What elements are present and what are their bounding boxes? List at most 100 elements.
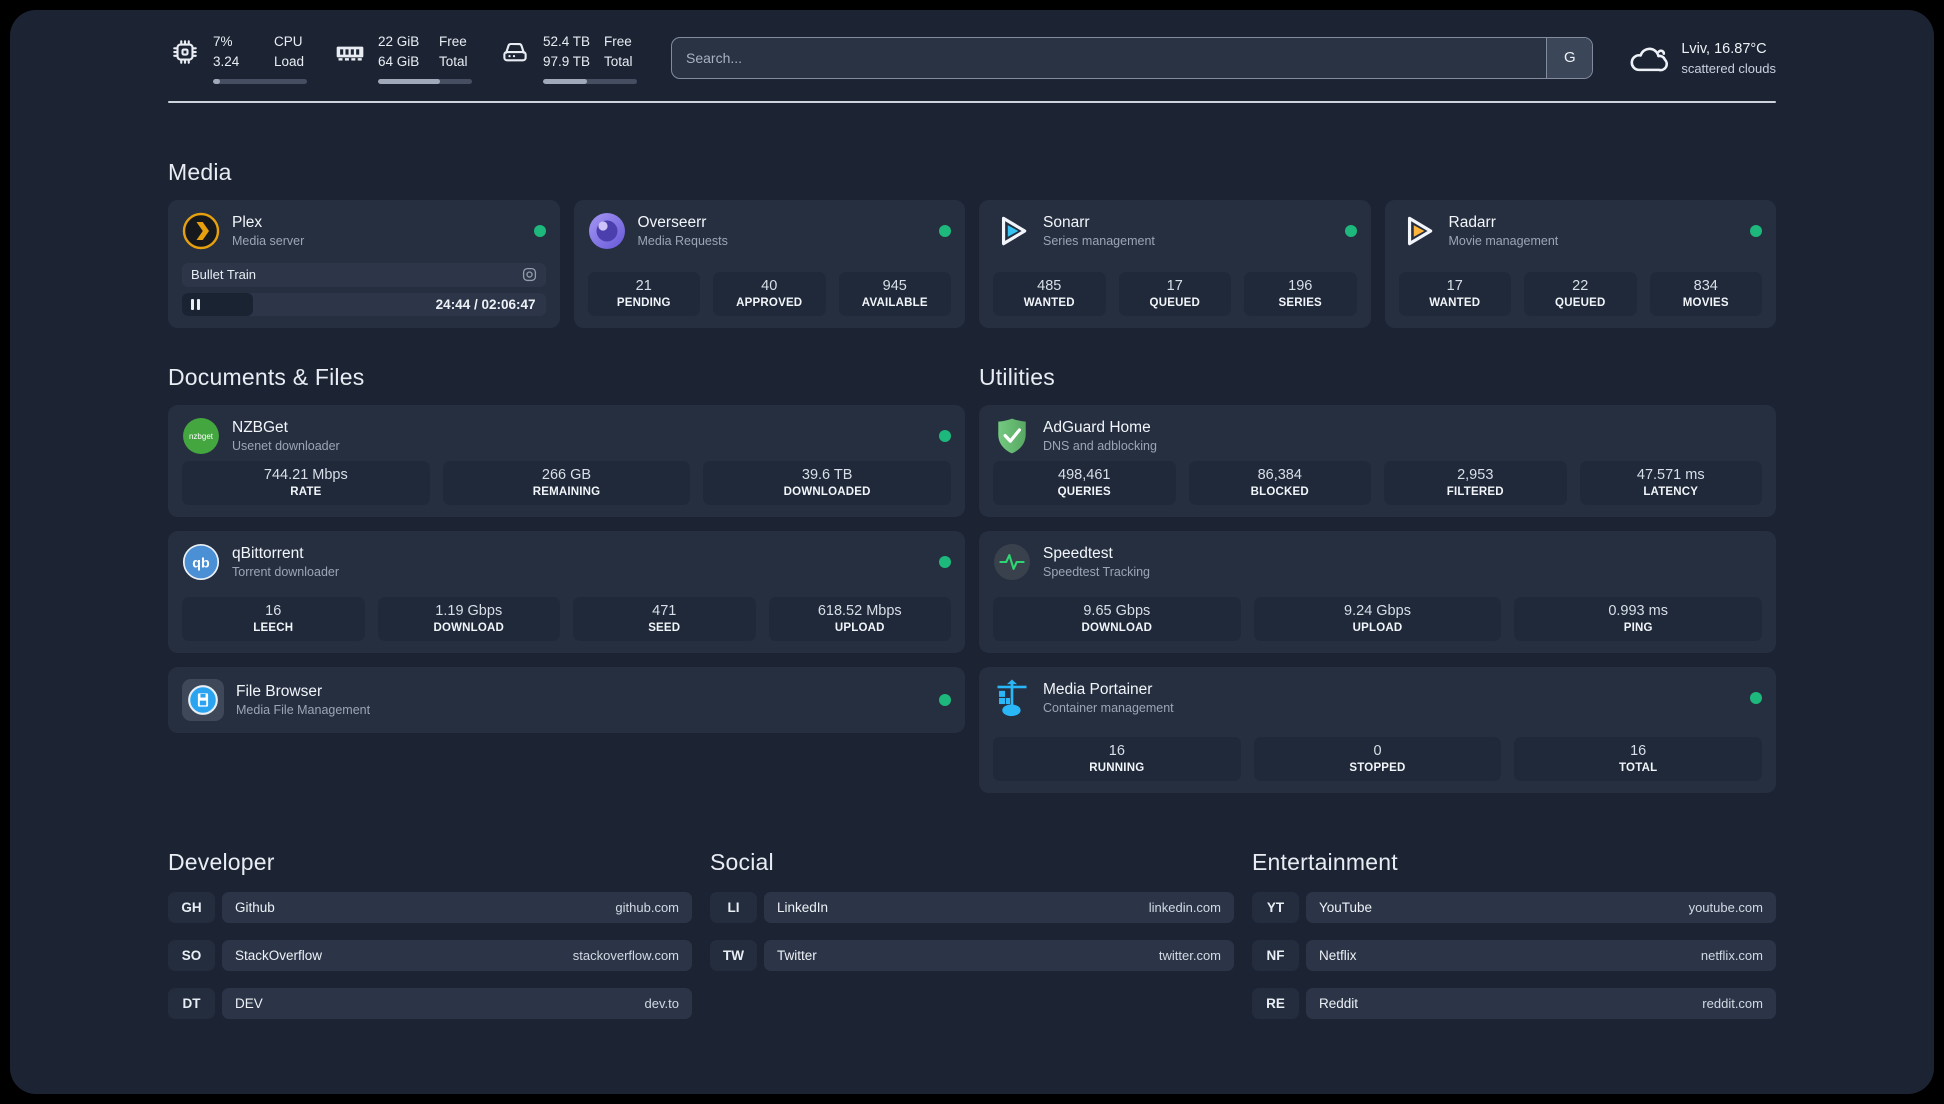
- playback-time: 24:44 / 02:06:47: [435, 296, 536, 312]
- stat-label: QUEUED: [1555, 296, 1606, 309]
- link-linkedin[interactable]: LI LinkedIn linkedin.com: [710, 891, 1234, 923]
- stat-tile: 39.6 TB DOWNLOADED: [703, 460, 951, 505]
- now-playing-title: Bullet Train: [191, 267, 257, 282]
- memory-free-label: Free: [439, 34, 467, 49]
- link-name: DEV: [235, 995, 263, 1011]
- cloud-icon: [1627, 41, 1669, 75]
- radarr-icon: [1399, 212, 1437, 250]
- link-reddit[interactable]: RE Reddit reddit.com: [1252, 987, 1776, 1019]
- overseerr-icon: [588, 212, 626, 250]
- app-subtitle: Movie management: [1448, 233, 1559, 248]
- stat-tile: 17 QUEUED: [1118, 271, 1231, 316]
- dashboard-page: 7% 3.24 CPU Load 22 GiB 64 GiB Free Tota…: [10, 10, 1934, 1094]
- stat-value: 196: [1288, 277, 1313, 294]
- link-url: netflix.com: [1700, 947, 1763, 963]
- status-dot: [939, 224, 951, 237]
- stat-tile: 16 LEECH: [182, 596, 365, 641]
- app-card-radarr[interactable]: Radarr Movie management 17 WANTED 22 QUE…: [1384, 199, 1776, 328]
- stat-label: PING: [1623, 621, 1653, 634]
- search-input[interactable]: [672, 37, 1547, 78]
- stat-label: SEED: [648, 621, 681, 634]
- stat-value: 834: [1693, 277, 1718, 294]
- stat-tile: 744.21 Mbps RATE: [182, 460, 430, 505]
- app-name: Media Portainer: [1043, 680, 1153, 698]
- stat-value: 618.52 Mbps: [817, 602, 902, 619]
- link-main: YouTube youtube.com: [1306, 891, 1776, 923]
- status-dot: [1750, 224, 1762, 237]
- stat-tile: 485 WANTED: [993, 271, 1106, 316]
- app-card-sonarr[interactable]: Sonarr Series management 485 WANTED 17 Q…: [979, 199, 1371, 328]
- svg-text:qb: qb: [192, 555, 210, 571]
- link-abbr: TW: [710, 939, 757, 971]
- app-name: Overseerr: [637, 213, 707, 231]
- cpu-usage-label: CPU: [274, 34, 303, 49]
- app-subtitle: Media Requests: [637, 233, 728, 248]
- status-dot: [1344, 224, 1357, 237]
- stat-label: REMAINING: [532, 485, 601, 498]
- section-title-documents: Documents & Files: [168, 363, 365, 390]
- cast-icon: [522, 267, 537, 282]
- link-youtube[interactable]: YT YouTube youtube.com: [1252, 891, 1776, 923]
- search-bar: G: [671, 36, 1594, 79]
- search-engine-button[interactable]: G: [1546, 37, 1593, 78]
- utilities-column: Utilities AdGuard Home DNS and adblockin…: [979, 364, 1776, 793]
- disk-free-label: Free: [604, 34, 632, 49]
- app-name: File Browser: [236, 682, 323, 700]
- app-name: Sonarr: [1043, 213, 1090, 231]
- stat-tile: 0.993 ms PING: [1514, 596, 1762, 641]
- adguard-icon: [993, 417, 1031, 455]
- stat-tile: 21 PENDING: [587, 271, 700, 316]
- app-card-overseerr[interactable]: Overseerr Media Requests 21 PENDING 40 A…: [573, 199, 965, 328]
- section-title-developer: Developer: [168, 848, 275, 875]
- filebrowser-icon: [182, 678, 224, 721]
- stat-value: 945: [882, 277, 907, 294]
- memory-total-value: 64 GiB: [378, 54, 420, 70]
- link-stackoverflow[interactable]: SO StackOverflow stackoverflow.com: [168, 939, 692, 971]
- stat-value: 0: [1373, 742, 1382, 759]
- stat-value: 9.24 Gbps: [1344, 602, 1411, 619]
- status-dot: [939, 429, 951, 442]
- stat-value: 22: [1572, 277, 1589, 294]
- app-subtitle: Speedtest Tracking: [1043, 564, 1151, 579]
- link-github[interactable]: GH Github github.com: [168, 891, 692, 923]
- app-name: AdGuard Home: [1043, 418, 1151, 436]
- app-card-speedtest[interactable]: Speedtest Speedtest Tracking 9.65 Gbps D…: [979, 530, 1776, 653]
- documents-column: Documents & Files nzbget NZBGet Usenet d…: [168, 364, 965, 793]
- ram-icon: [333, 35, 367, 69]
- stat-value: 744.21 Mbps: [263, 466, 348, 483]
- stat-value: 86,384: [1257, 466, 1302, 483]
- app-subtitle: DNS and adblocking: [1043, 438, 1157, 453]
- memory-free-value: 22 GiB: [378, 34, 420, 49]
- media-card-grid: Plex Media server Bullet Train 24:44 / 0…: [168, 199, 1776, 328]
- memory-progress-bar: [378, 78, 472, 84]
- link-twitter[interactable]: TW Twitter twitter.com: [710, 939, 1234, 971]
- status-dot: [939, 693, 951, 706]
- stat-tile: 9.65 Gbps DOWNLOAD: [993, 596, 1241, 641]
- app-card-nzbget[interactable]: nzbget NZBGet Usenet downloader 744.21 M…: [168, 404, 965, 517]
- link-name: YouTube: [1319, 899, 1373, 915]
- qbittorrent-icon: qb: [182, 543, 220, 581]
- app-card-portainer[interactable]: Media Portainer Container management 16 …: [979, 666, 1776, 793]
- stat-tile: 618.52 Mbps UPLOAD: [768, 596, 951, 641]
- link-abbr: YT: [1252, 891, 1299, 923]
- memory-total-label: Total: [439, 54, 468, 70]
- app-subtitle: Media File Management: [236, 702, 371, 717]
- app-card-qbittorrent[interactable]: qb qBittorrent Torrent downloader 16 LEE…: [168, 530, 965, 653]
- link-main: Reddit reddit.com: [1306, 987, 1776, 1019]
- disk-metric: 52.4 TB 97.9 TB Free Total: [498, 32, 637, 84]
- app-name: Plex: [232, 213, 263, 231]
- link-url: stackoverflow.com: [572, 947, 679, 963]
- link-abbr: NF: [1252, 939, 1299, 971]
- app-card-filebrowser[interactable]: File Browser Media File Management: [168, 666, 965, 733]
- weather-location-temp: Lviv, 16.87°C: [1681, 41, 1767, 58]
- portainer-icon: [993, 679, 1031, 717]
- link-main: Netflix netflix.com: [1306, 939, 1776, 971]
- stat-label: TOTAL: [1619, 761, 1658, 774]
- app-card-adguard[interactable]: AdGuard Home DNS and adblocking 498,461 …: [979, 404, 1776, 517]
- stat-tile: 16 TOTAL: [1514, 736, 1762, 781]
- link-netflix[interactable]: NF Netflix netflix.com: [1252, 939, 1776, 971]
- stat-value: 498,461: [1058, 466, 1111, 483]
- link-url: twitter.com: [1158, 947, 1221, 963]
- link-dev[interactable]: DT DEV dev.to: [168, 987, 692, 1019]
- app-card-plex[interactable]: Plex Media server Bullet Train 24:44 / 0…: [168, 199, 560, 328]
